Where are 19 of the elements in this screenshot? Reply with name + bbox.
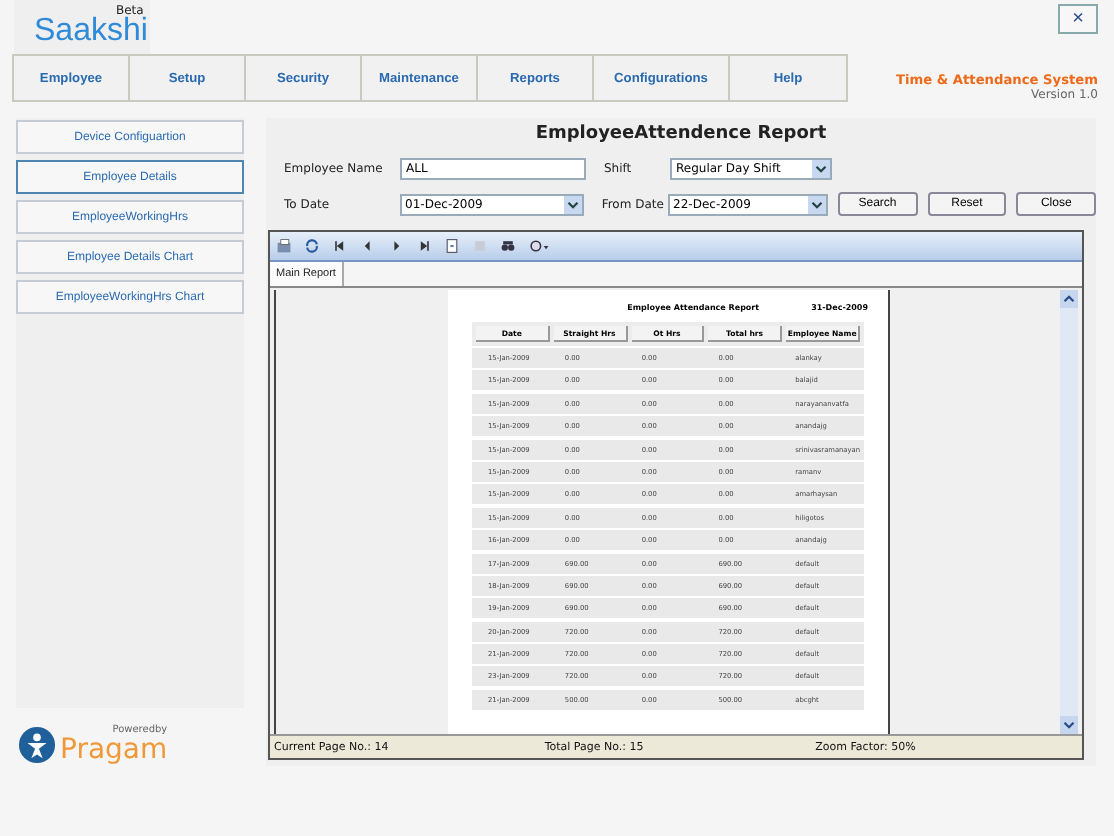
last-page-icon[interactable] bbox=[416, 238, 432, 254]
report-title: EmployeeAttendence Report bbox=[533, 124, 829, 144]
close-button[interactable]: × bbox=[1058, 4, 1098, 34]
page-icon[interactable] bbox=[444, 238, 460, 254]
dropdown-arrow-icon[interactable] bbox=[812, 159, 830, 177]
previous-page-icon[interactable] bbox=[360, 238, 376, 254]
scroll-down-icon[interactable] bbox=[1060, 716, 1078, 734]
binoculars-icon[interactable] bbox=[500, 238, 516, 254]
app-name: Saakshi bbox=[34, 14, 148, 50]
dropdown-arrow-icon[interactable] bbox=[563, 195, 582, 213]
refresh-icon[interactable] bbox=[304, 238, 320, 254]
scroll-up-icon[interactable] bbox=[1060, 290, 1078, 308]
dropdown-arrow-icon[interactable] bbox=[807, 195, 826, 213]
scrollbar[interactable] bbox=[1060, 290, 1078, 734]
brand-name: Pragam bbox=[60, 736, 168, 764]
export-icon[interactable] bbox=[276, 238, 292, 254]
next-page-icon[interactable] bbox=[388, 238, 404, 254]
first-page-icon[interactable] bbox=[332, 238, 348, 254]
person-logo-icon bbox=[18, 726, 56, 764]
